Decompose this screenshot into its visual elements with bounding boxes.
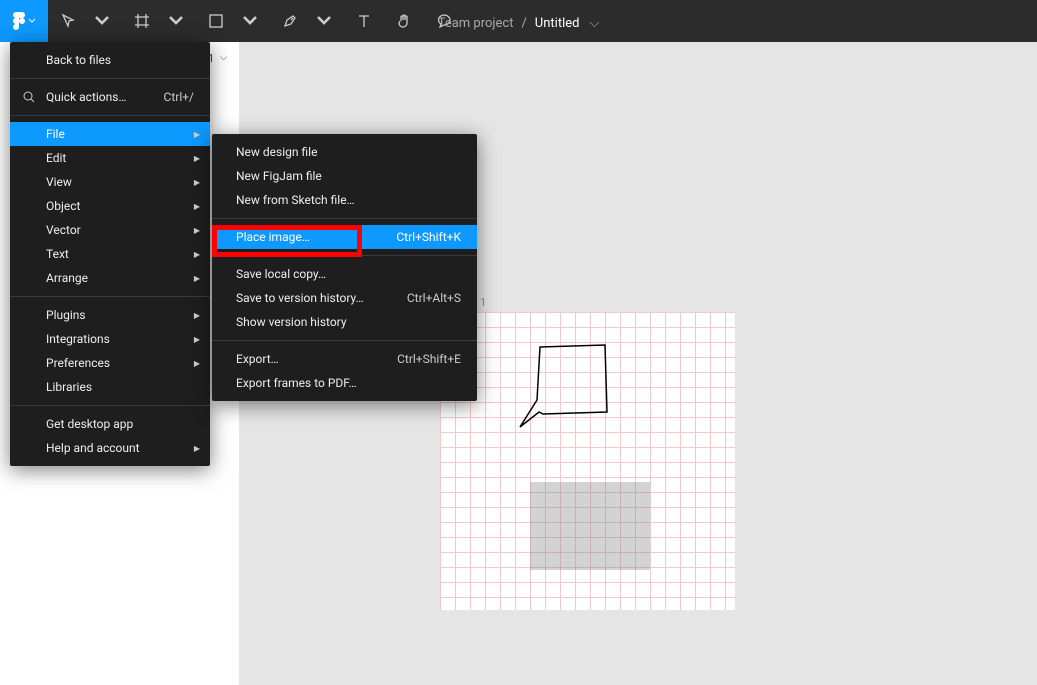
menu-back-to-files[interactable]: Back to files [10,48,210,72]
app-root: Team project / Untitled ⌵ 1 ⌵ 1 Back to … [0,0,1037,685]
main-menu: Back to files Quick actions…Ctrl+/ File … [10,42,210,466]
pen-tool-chevron[interactable] [304,0,344,42]
menu-vector[interactable]: Vector [10,218,210,242]
main-menu-button[interactable] [0,0,48,42]
menu-view[interactable]: View [10,170,210,194]
frame-1[interactable] [440,312,735,610]
menu-new-from-sketch[interactable]: New from Sketch file… [212,188,477,212]
menu-object[interactable]: Object [10,194,210,218]
menu-separator [10,78,210,79]
menu-export[interactable]: Export…Ctrl+Shift+E [212,347,477,371]
menu-new-design-file[interactable]: New design file [212,140,477,164]
vector-speech-bubble[interactable] [515,342,615,442]
menu-save-local-copy[interactable]: Save local copy… [212,262,477,286]
menu-text[interactable]: Text [10,242,210,266]
top-toolbar: Team project / Untitled ⌵ [0,0,1037,42]
figma-logo-icon [12,11,26,31]
file-submenu: New design file New FigJam file New from… [212,134,477,401]
menu-show-version-history[interactable]: Show version history [212,310,477,334]
chevron-down-icon [168,13,184,29]
chevron-down-icon [316,13,332,29]
rectangle-tool-icon [208,13,224,29]
hand-tool[interactable] [384,0,424,42]
search-icon [22,90,36,104]
frame-tool-chevron[interactable] [156,0,196,42]
frame-label[interactable]: 1 [480,296,486,309]
file-name[interactable]: Untitled [535,16,580,31]
menu-plugins[interactable]: Plugins [10,303,210,327]
menu-place-image[interactable]: Place image…Ctrl+Shift+K [212,225,477,249]
chevron-down-icon [28,17,36,25]
hand-tool-icon [396,13,412,29]
menu-edit[interactable]: Edit [10,146,210,170]
menu-export-frames-pdf[interactable]: Export frames to PDF… [212,371,477,395]
menu-libraries[interactable]: Libraries [10,375,210,399]
menu-new-figjam-file[interactable]: New FigJam file [212,164,477,188]
menu-file[interactable]: File [10,122,210,146]
text-tool[interactable] [344,0,384,42]
chevron-down-icon [94,13,110,29]
frame-tool-icon [134,13,150,29]
gray-rectangle[interactable] [530,482,650,570]
menu-separator [212,340,477,341]
menu-integrations[interactable]: Integrations [10,327,210,351]
menu-get-desktop-app[interactable]: Get desktop app [10,412,210,436]
menu-separator [10,405,210,406]
menu-separator [10,115,210,116]
shape-tool-chevron[interactable] [230,0,270,42]
comment-tool[interactable] [424,0,464,42]
chevron-down-icon: ⌵ [220,53,227,63]
menu-help-account[interactable]: Help and account [10,436,210,460]
comment-tool-icon [436,13,452,29]
menu-separator [212,218,477,219]
pen-tool-icon [282,13,298,29]
title-separator: / [521,16,526,31]
menu-separator [212,255,477,256]
chevron-down-icon [242,13,258,29]
menu-separator [10,296,210,297]
text-tool-icon [356,13,372,29]
menu-arrange[interactable]: Arrange [10,266,210,290]
menu-quick-actions[interactable]: Quick actions…Ctrl+/ [10,85,210,109]
chevron-down-icon[interactable]: ⌵ [589,16,599,31]
menu-save-version-history[interactable]: Save to version history…Ctrl+Alt+S [212,286,477,310]
move-tool-icon [60,13,76,29]
move-tool-chevron[interactable] [82,0,122,42]
menu-preferences[interactable]: Preferences [10,351,210,375]
